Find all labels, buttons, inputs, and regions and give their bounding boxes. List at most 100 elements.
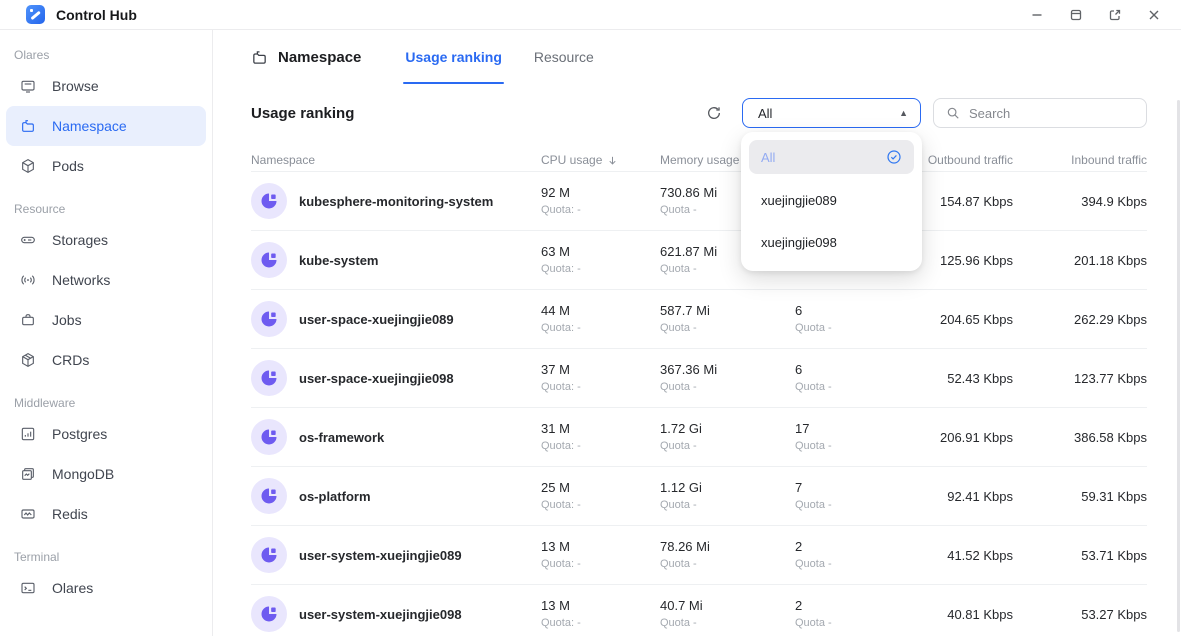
pie-chart-icon	[259, 486, 279, 506]
outbound-value: 52.43 Kbps	[878, 371, 1013, 386]
pods-quota: Quota -	[795, 439, 878, 454]
namespace-name: user-space-xuejingjie098	[299, 371, 454, 386]
namespace-name: kubesphere-monitoring-system	[299, 194, 493, 209]
toolbar: Usage ranking All ▲	[251, 98, 1147, 128]
namespace-name: os-platform	[299, 489, 371, 504]
table-row[interactable]: user-space-xuejingjie089 44 M Quota: - 5…	[251, 289, 1147, 348]
namespace-name: user-system-xuejingjie098	[299, 607, 462, 622]
memory-quota: Quota -	[660, 380, 795, 395]
open-in-new-icon[interactable]	[1102, 3, 1128, 27]
outbound-value: 40.81 Kbps	[878, 607, 1013, 622]
col-inbound-traffic: Inbound traffic	[1013, 153, 1147, 167]
sidebar-item-browse[interactable]: Browse	[6, 66, 206, 106]
inbound-value: 53.71 Kbps	[1013, 548, 1147, 563]
table-body: kubesphere-monitoring-system 92 M Quota:…	[251, 171, 1147, 636]
tab-usage-ranking[interactable]: Usage ranking	[403, 30, 503, 84]
sidebar-section-olares: Olares	[0, 46, 212, 64]
restore-window-icon[interactable]	[1063, 3, 1089, 27]
sidebar-item-terminal-olares[interactable]: Olares	[6, 568, 206, 608]
namespace-name: os-framework	[299, 430, 384, 445]
inbound-value: 59.31 Kbps	[1013, 489, 1147, 504]
dropdown-option-all[interactable]: All	[749, 140, 914, 174]
sidebar-item-postgres[interactable]: Postgres	[6, 414, 206, 454]
sidebar-item-mongodb[interactable]: MongoDB	[6, 454, 206, 494]
app-title: Control Hub	[56, 7, 137, 23]
outbound-value: 206.91 Kbps	[878, 430, 1013, 445]
table-row[interactable]: kube-system 63 M Quota: - 621.87 Mi Quot…	[251, 230, 1147, 289]
sidebar-item-label: CRDs	[52, 352, 89, 368]
memory-value: 587.7 Mi	[660, 302, 795, 319]
search-input[interactable]	[969, 106, 1136, 121]
pods-quota: Quota -	[795, 321, 878, 336]
table-row[interactable]: user-system-xuejingjie098 13 M Quota: - …	[251, 584, 1147, 636]
section-title: Usage ranking	[251, 105, 704, 122]
inbound-value: 386.58 Kbps	[1013, 430, 1147, 445]
namespace-avatar	[251, 478, 287, 514]
col-cpu-usage[interactable]: CPU usage	[541, 153, 660, 167]
sidebar-item-label: Jobs	[52, 312, 82, 328]
refresh-icon[interactable]	[704, 103, 724, 123]
table-row[interactable]: user-space-xuejingjie098 37 M Quota: - 3…	[251, 348, 1147, 407]
namespace-avatar	[251, 242, 287, 278]
outbound-value: 41.52 Kbps	[878, 548, 1013, 563]
browse-icon	[20, 78, 36, 94]
titlebar: Control Hub	[0, 0, 1181, 30]
sidebar-section-terminal: Terminal	[0, 548, 212, 566]
cpu-value: 63 M	[541, 243, 660, 260]
sidebar-item-networks[interactable]: Networks	[6, 260, 206, 300]
dropdown-option-xuejingjie089[interactable]: xuejingjie089	[749, 179, 914, 221]
namespace-title-icon	[251, 49, 268, 66]
sidebar-item-jobs[interactable]: Jobs	[6, 300, 206, 340]
table-row[interactable]: kubesphere-monitoring-system 92 M Quota:…	[251, 171, 1147, 230]
cpu-quota: Quota: -	[541, 439, 660, 454]
sidebar-item-label: Pods	[52, 158, 84, 174]
namespace-avatar	[251, 301, 287, 337]
pie-chart-icon	[259, 427, 279, 447]
sidebar-item-redis[interactable]: Redis	[6, 494, 206, 534]
memory-value: 367.36 Mi	[660, 361, 795, 378]
cpu-value: 13 M	[541, 538, 660, 555]
inbound-value: 394.9 Kbps	[1013, 194, 1147, 209]
memory-value: 1.72 Gi	[660, 420, 795, 437]
namespace-name: kube-system	[299, 253, 378, 268]
sidebar-item-storages[interactable]: Storages	[6, 220, 206, 260]
app-logo-icon	[26, 5, 45, 24]
sidebar-item-label: Storages	[52, 232, 108, 248]
sidebar: Olares Browse Namespace Pods Resource St…	[0, 30, 213, 636]
close-icon[interactable]	[1141, 3, 1167, 27]
memory-value: 78.26 Mi	[660, 538, 795, 555]
pie-chart-icon	[259, 368, 279, 388]
inbound-value: 123.77 Kbps	[1013, 371, 1147, 386]
table-header: Namespace CPU usage Memory usage Outboun…	[251, 149, 1147, 171]
table-row[interactable]: os-framework 31 M Quota: - 1.72 Gi Quota…	[251, 407, 1147, 466]
cpu-value: 25 M	[541, 479, 660, 496]
cpu-value: 31 M	[541, 420, 660, 437]
namespace-avatar	[251, 596, 287, 632]
table-row[interactable]: os-platform 25 M Quota: - 1.12 Gi Quota …	[251, 466, 1147, 525]
pods-quota: Quota -	[795, 498, 878, 513]
namespace-name: user-system-xuejingjie089	[299, 548, 462, 563]
sidebar-item-pods[interactable]: Pods	[6, 146, 206, 186]
pods-quota: Quota -	[795, 380, 878, 395]
minimize-icon[interactable]	[1024, 3, 1050, 27]
sidebar-item-label: Namespace	[52, 118, 127, 134]
pods-value: 7	[795, 479, 878, 496]
memory-quota: Quota -	[660, 498, 795, 513]
main-panel: Namespace Usage ranking Resource Usage r…	[213, 30, 1181, 636]
sidebar-item-namespace[interactable]: Namespace	[6, 106, 206, 146]
filter-dropdown[interactable]: All ▲	[742, 98, 921, 128]
window-controls	[1024, 3, 1167, 27]
table-row[interactable]: user-system-xuejingjie089 13 M Quota: - …	[251, 525, 1147, 584]
cpu-quota: Quota: -	[541, 262, 660, 277]
chevron-up-icon: ▲	[899, 109, 908, 118]
pods-value: 6	[795, 302, 878, 319]
terminal-icon	[20, 580, 36, 596]
dropdown-option-xuejingjie098[interactable]: xuejingjie098	[749, 221, 914, 263]
pods-value: 6	[795, 361, 878, 378]
tab-resource[interactable]: Resource	[532, 30, 596, 84]
pods-value: 2	[795, 538, 878, 555]
sidebar-item-crds[interactable]: CRDs	[6, 340, 206, 380]
pie-chart-icon	[259, 309, 279, 329]
outbound-value: 204.65 Kbps	[878, 312, 1013, 327]
vertical-scrollbar[interactable]	[1177, 100, 1180, 632]
